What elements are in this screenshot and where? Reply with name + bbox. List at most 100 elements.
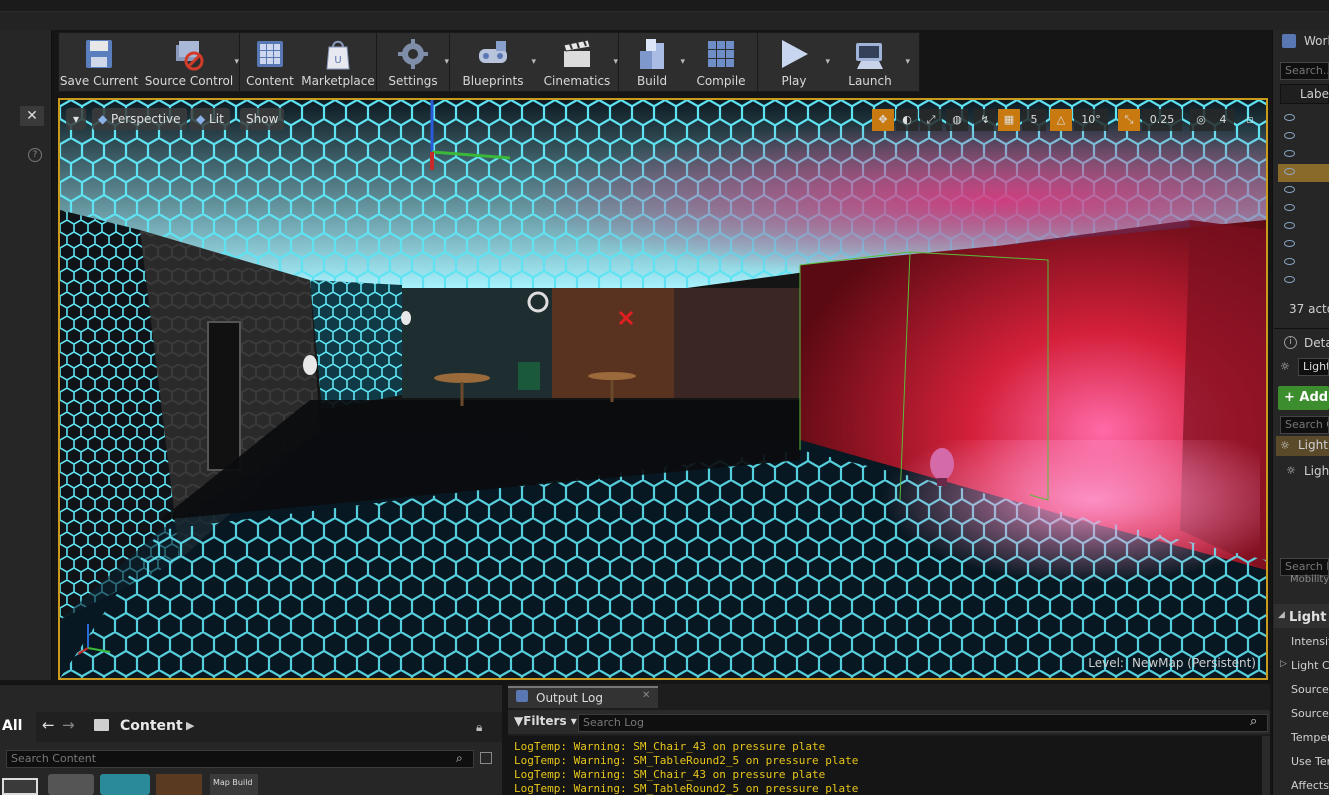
level-indicator: Level: NewMap (Persistent) (1088, 656, 1256, 670)
grid-snap-icon[interactable]: ▦ (998, 109, 1020, 131)
visibility-eye-icon[interactable] (1284, 186, 1295, 193)
asset-thumbnail[interactable] (100, 774, 150, 795)
content-button[interactable]: Content (240, 33, 300, 91)
launch-button[interactable]: Launch ▾ (830, 33, 910, 91)
world-outliner-title[interactable]: Worl (1304, 34, 1329, 48)
translate-tool-icon[interactable]: ✥ (872, 109, 894, 131)
maximize-icon[interactable]: ▫ (1240, 109, 1260, 131)
outliner-row[interactable] (1278, 254, 1329, 272)
perspective-button[interactable]: ◆ Perspective (92, 108, 187, 130)
output-log-scrollbar[interactable] (1262, 736, 1270, 795)
output-log-search-input[interactable]: Search Log (578, 714, 1268, 732)
visibility-eye-icon[interactable] (1284, 168, 1295, 175)
chevron-right-icon[interactable]: ▷ (1280, 659, 1287, 669)
outliner-row[interactable] (1278, 182, 1329, 200)
visibility-eye-icon[interactable] (1284, 204, 1295, 211)
content-all-label[interactable]: All (2, 718, 22, 734)
scene-render[interactable] (60, 100, 1266, 678)
details-title[interactable]: Deta (1304, 336, 1329, 350)
add-component-button[interactable]: + Add (1278, 386, 1329, 410)
component-name[interactable]: Light (1298, 438, 1328, 452)
outliner-row[interactable] (1278, 110, 1329, 128)
asset-thumbnail[interactable] (2, 778, 38, 795)
source-control-icon (176, 41, 204, 71)
world-space-icon[interactable]: ◍ (946, 109, 968, 131)
visibility-eye-icon[interactable] (1284, 240, 1295, 247)
viewport-options-button[interactable]: ▾ (66, 108, 86, 130)
scale-snap-icon[interactable]: ⤡ (1118, 109, 1140, 131)
launch-icon (856, 43, 883, 69)
scale-snap-value[interactable]: 0.25 (1142, 109, 1182, 131)
camera-speed-value[interactable]: 4 (1212, 109, 1234, 131)
grid-snap-value[interactable]: 5 (1022, 109, 1046, 131)
chevron-down-icon[interactable]: ▾ (234, 57, 239, 67)
outliner-row-selected[interactable] (1278, 164, 1329, 182)
rotation-snap-value[interactable]: 10° (1074, 109, 1108, 131)
outliner-row[interactable] (1278, 236, 1329, 254)
visibility-eye-icon[interactable] (1284, 132, 1295, 139)
chevron-right-icon[interactable]: ▶ (186, 719, 194, 732)
source-control-button[interactable]: Source Control ▾ (139, 33, 239, 91)
surface-snap-icon[interactable]: ↯ (974, 109, 996, 131)
search-icon[interactable]: ⌕ (456, 751, 463, 766)
level-viewport[interactable]: ▾ ◆ Perspective ◆ Lit Show ✥ ◐ ⤢ ◍ ↯ ▦ 5… (58, 98, 1268, 680)
outliner-row[interactable] (1278, 218, 1329, 236)
visibility-eye-icon[interactable] (1284, 276, 1295, 283)
svg-text:U: U (334, 55, 341, 66)
chevron-down-icon[interactable]: ▾ (905, 57, 910, 67)
outliner-row[interactable] (1278, 146, 1329, 164)
filters-label: Filters (523, 714, 567, 728)
visibility-eye-icon[interactable] (1284, 150, 1295, 157)
chevron-down-icon[interactable]: ◢ (1278, 610, 1285, 620)
show-button[interactable]: Show (240, 108, 285, 130)
filters-button[interactable]: ▼Filters ▾ (514, 714, 577, 728)
lit-button[interactable]: ◆ Lit (190, 108, 230, 130)
outliner-row[interactable] (1278, 200, 1329, 218)
asset-thumbnail[interactable] (156, 774, 202, 795)
chevron-down-icon[interactable]: ▾ (444, 57, 449, 67)
help-icon[interactable]: ? (28, 148, 42, 162)
search-icon[interactable]: ⌕ (1250, 714, 1257, 729)
scale-tool-icon[interactable]: ⤢ (920, 109, 942, 131)
outliner-search-input[interactable]: Search... (1280, 62, 1329, 80)
search-components-input[interactable]: Search C (1280, 416, 1329, 434)
rotate-tool-icon[interactable]: ◐ (896, 109, 918, 131)
component-name[interactable]: Ligh (1304, 464, 1329, 478)
marketplace-button[interactable]: U Marketplace (300, 33, 376, 91)
save-search-icon[interactable] (480, 752, 492, 764)
chevron-down-icon[interactable]: ▾ (613, 57, 618, 67)
settings-button[interactable]: Settings ▾ (377, 33, 449, 91)
log-line: LogTemp: Warning: SM_Chair_43 on pressur… (514, 740, 826, 753)
content-path-label[interactable]: Content (120, 718, 183, 734)
save-current-button[interactable]: Save Current (59, 33, 139, 91)
lock-icon[interactable]: 🔒︎ (476, 720, 482, 735)
back-arrow-icon[interactable]: ← (42, 716, 55, 734)
forward-arrow-icon[interactable]: → (62, 716, 75, 734)
visibility-eye-icon[interactable] (1284, 222, 1295, 229)
close-tab-icon[interactable]: ✕ (642, 690, 650, 701)
label-column-header[interactable]: Labe (1300, 87, 1329, 101)
rotation-snap-icon[interactable]: △ (1050, 109, 1072, 131)
outliner-row[interactable] (1278, 128, 1329, 146)
settings-label: Settings (388, 74, 438, 88)
selected-actor-name[interactable]: Light (1298, 358, 1329, 376)
output-log-tab[interactable]: Output Log (508, 686, 658, 708)
play-icon (782, 40, 808, 68)
map-build-thumbnail[interactable]: Map Build (210, 774, 258, 795)
asset-thumbnail[interactable] (48, 774, 94, 795)
compile-label: Compile (696, 74, 746, 88)
property-label: Affects (1291, 779, 1329, 792)
property-label: Light Co (1291, 659, 1329, 672)
cinematics-button[interactable]: Cinematics ▾ (536, 33, 618, 91)
close-icon[interactable]: ✕ (20, 106, 44, 126)
camera-speed-icon[interactable]: ◎ (1190, 109, 1212, 131)
compile-button[interactable]: Compile (685, 33, 757, 91)
outliner-row[interactable] (1278, 272, 1329, 290)
play-button[interactable]: Play ▾ (758, 33, 830, 91)
build-button[interactable]: Build ▾ (619, 33, 685, 91)
content-search-input[interactable]: Search Content (6, 750, 474, 768)
blueprints-button[interactable]: Blueprints ▾ (450, 33, 536, 91)
visibility-eye-icon[interactable] (1284, 114, 1295, 121)
visibility-eye-icon[interactable] (1284, 258, 1295, 265)
property-label: Source (1291, 683, 1329, 696)
